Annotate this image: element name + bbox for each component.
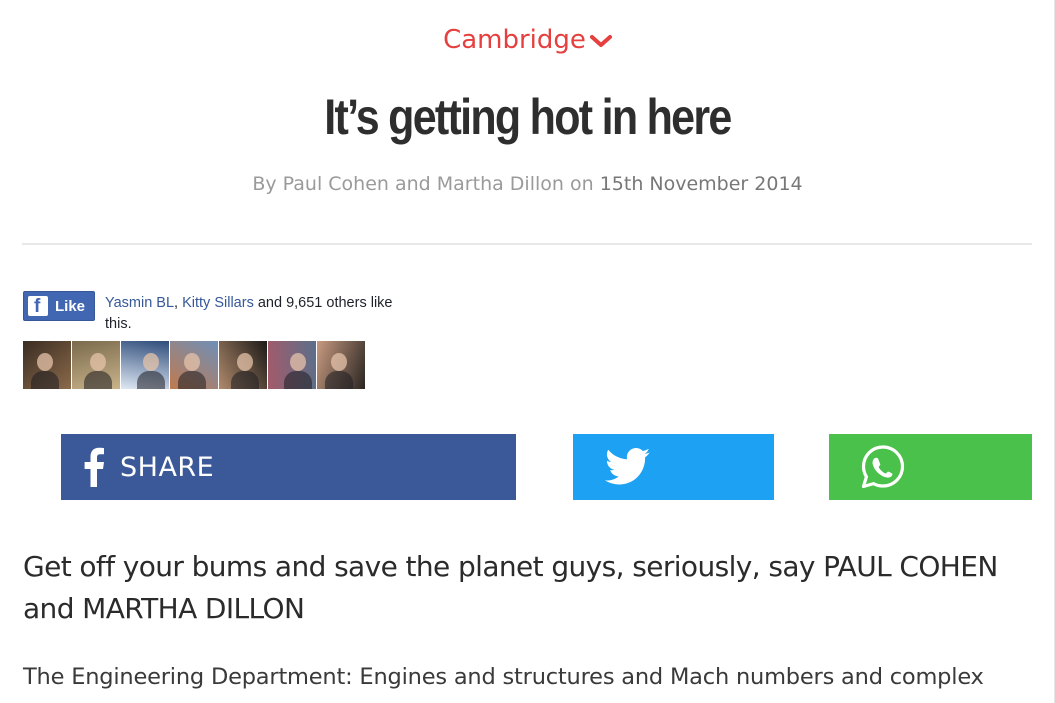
friend-avatars [23,341,366,389]
friend-photo-5[interactable] [219,341,267,389]
whatsapp-icon [861,445,905,489]
twitter-bird-icon [605,448,651,485]
friend-photo-4[interactable] [170,341,218,389]
friend-photo-2[interactable] [72,341,120,389]
twitter-share-button[interactable] [573,434,774,500]
divider [22,243,1032,245]
facebook-share-button[interactable]: SHARE [61,434,516,500]
friend-photo-6[interactable] [268,341,316,389]
article-title: It’s getting hot in here [324,89,732,145]
article-body: The Engineering Department: Engines and … [23,664,984,690]
like-summary: Yasmin BL, Kitty Sillars and 9,651 other… [105,295,393,332]
byline: By Paul Cohen and Martha Dillon on 15th … [0,170,1055,198]
facebook-icon [84,447,104,487]
friend-link-1[interactable]: Yasmin BL [105,295,174,311]
chevron-down-icon[interactable] [589,33,612,49]
facebook-icon: f [28,296,48,317]
section-label[interactable]: Cambridge [443,25,586,55]
facebook-like-button[interactable]: f Like [23,291,95,321]
friend-photo-7[interactable] [317,341,365,389]
article-page: Cambridge It’s getting hot in here By Pa… [0,0,1055,703]
byline-authors: By Paul Cohen and Martha Dillon on [252,173,600,195]
share-label: SHARE [120,451,215,483]
article-standfirst: Get off your bums and save the planet gu… [23,550,998,625]
like-label: Like [55,298,86,315]
publish-date: 15th November 2014 [599,173,803,195]
friend-photo-1[interactable] [23,341,71,389]
friend-link-2[interactable]: Kitty Sillars [182,295,254,311]
friend-photo-3[interactable] [121,341,169,389]
whatsapp-share-button[interactable] [829,434,1032,500]
section-selector[interactable]: Cambridge [0,22,1055,58]
